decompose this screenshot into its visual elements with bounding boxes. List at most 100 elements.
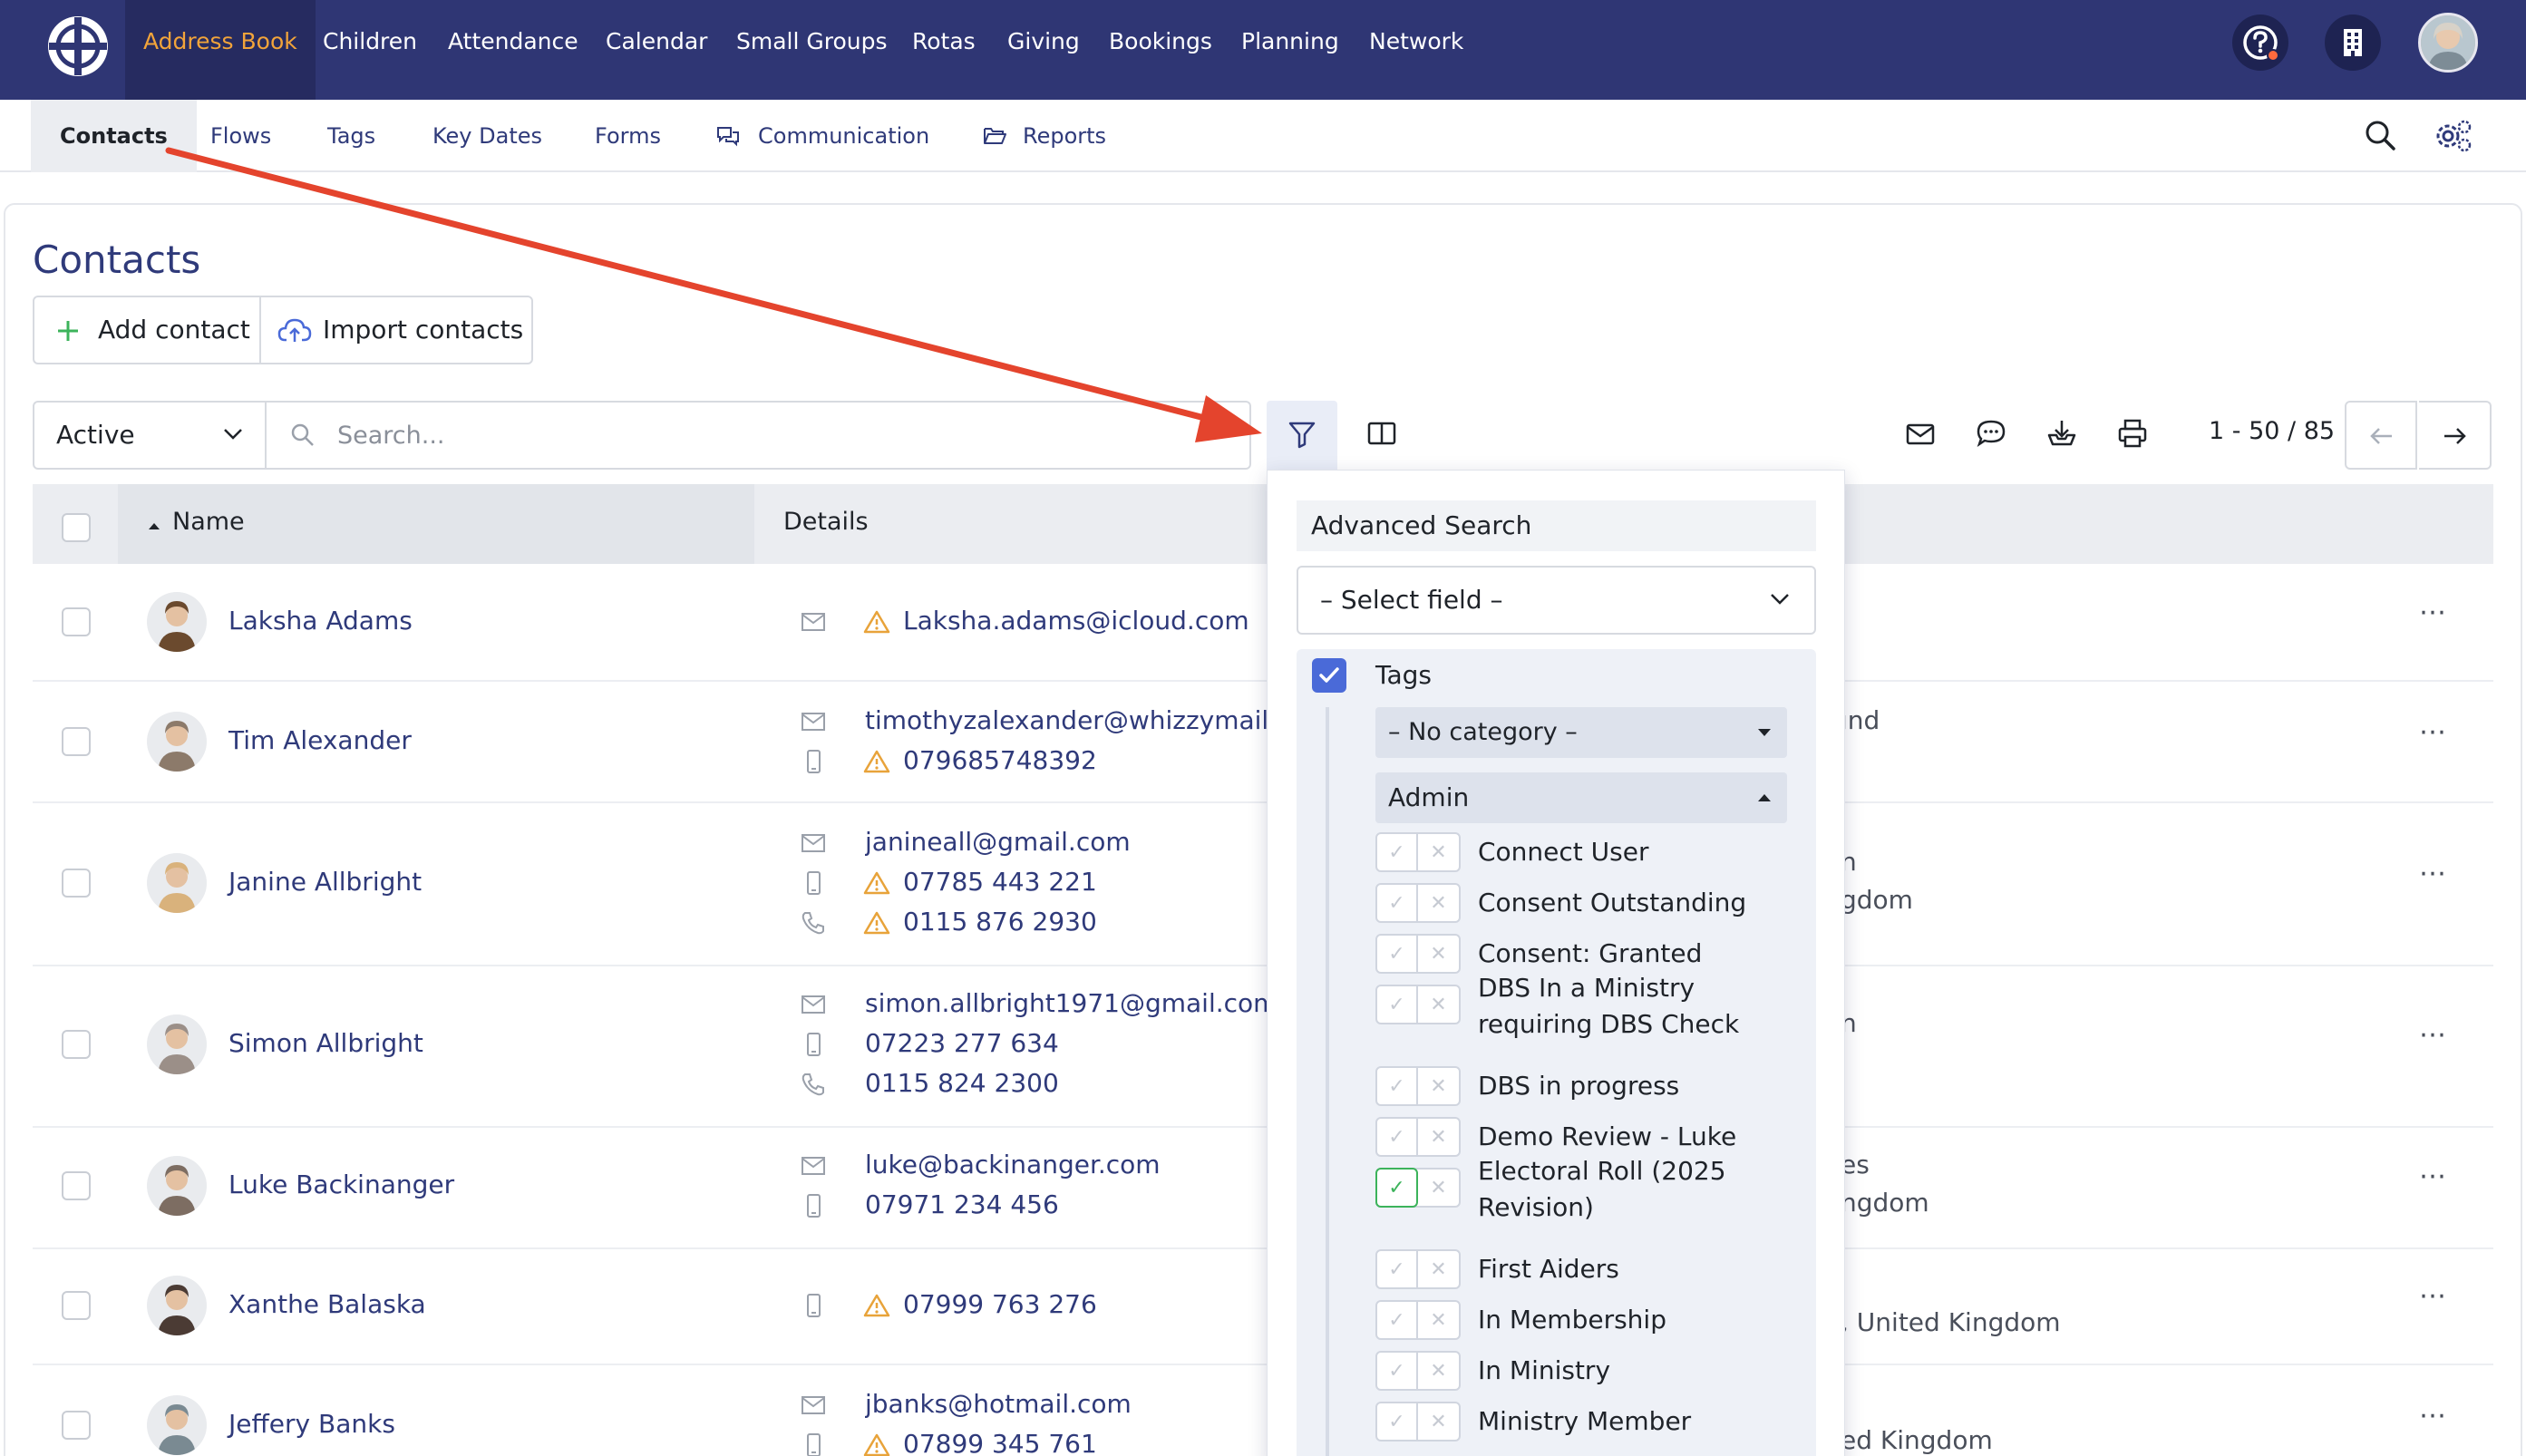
contact-avatar[interactable]: [147, 1276, 207, 1335]
topnav-item-bookings[interactable]: Bookings: [1109, 0, 1212, 100]
tag-include-exclude-toggle[interactable]: ✓ ✕: [1375, 883, 1461, 923]
topnav-item-children[interactable]: Children: [323, 0, 417, 100]
select-all-checkbox[interactable]: [62, 513, 91, 542]
row-select-checkbox[interactable]: [62, 1411, 91, 1440]
download-tray-icon[interactable]: [2045, 417, 2078, 450]
subnav-tab-forms[interactable]: Forms: [595, 100, 661, 172]
tag-include-exclude-toggle[interactable]: ✓ ✕: [1375, 1249, 1461, 1289]
contact-mobile-value[interactable]: 07223 277 634: [865, 1028, 1059, 1058]
contact-avatar[interactable]: [147, 853, 207, 913]
include-check-icon[interactable]: ✓: [1377, 1068, 1419, 1104]
contact-avatar[interactable]: [147, 712, 207, 772]
row-select-checkbox[interactable]: [62, 869, 91, 898]
include-check-icon[interactable]: ✓: [1377, 1403, 1419, 1440]
tag-include-exclude-toggle[interactable]: ✓ ✕: [1375, 1168, 1461, 1208]
row-more-options-button[interactable]: ⋯: [2419, 1400, 2447, 1432]
subnav-tab-tags[interactable]: Tags: [327, 100, 375, 172]
exclude-x-icon[interactable]: ✕: [1418, 936, 1459, 972]
include-check-icon[interactable]: ✓: [1377, 936, 1419, 972]
email-envelope-icon[interactable]: [1904, 417, 1937, 450]
subnav-tab-contacts[interactable]: Contacts: [31, 100, 197, 172]
columns-icon[interactable]: [1365, 417, 1398, 450]
tag-include-exclude-toggle[interactable]: ✓ ✕: [1375, 1300, 1461, 1340]
tag-group-admin[interactable]: Admin: [1375, 772, 1787, 823]
contact-mobile-value[interactable]: 079685748392: [903, 745, 1097, 775]
search-input[interactable]: [337, 417, 1208, 453]
contact-email-value[interactable]: timothyzalexander@whizzymail.cc: [865, 705, 1268, 735]
include-check-icon[interactable]: ✓: [1377, 1302, 1419, 1338]
row-more-options-button[interactable]: ⋯: [2419, 1280, 2447, 1312]
tag-include-exclude-toggle[interactable]: ✓ ✕: [1375, 1117, 1461, 1157]
exclude-x-icon[interactable]: ✕: [1418, 1170, 1459, 1206]
contact-phone-value[interactable]: 0115 824 2300: [865, 1068, 1059, 1098]
exclude-x-icon[interactable]: ✕: [1418, 1403, 1459, 1440]
subnav-tab-reports[interactable]: Reports: [1023, 100, 1106, 172]
row-select-checkbox[interactable]: [62, 1171, 91, 1200]
next-page-button[interactable]: [2419, 401, 2492, 470]
table-row[interactable]: [33, 1364, 2493, 1456]
app-logo-icon[interactable]: [45, 14, 111, 79]
search-box[interactable]: [267, 401, 1251, 470]
settings-gear-icon[interactable]: [2434, 116, 2473, 154]
message-bubble-icon[interactable]: [1975, 417, 2007, 450]
row-more-options-button[interactable]: ⋯: [2419, 1160, 2447, 1192]
include-check-icon[interactable]: ✓: [1375, 1168, 1419, 1208]
filter-button[interactable]: [1267, 401, 1337, 470]
subnav-tab-flows[interactable]: Flows: [210, 100, 271, 172]
topnav-item-giving[interactable]: Giving: [1007, 0, 1080, 100]
search-icon[interactable]: [2363, 118, 2397, 152]
contact-name-link[interactable]: Jeffery Banks: [228, 1409, 395, 1439]
row-select-checkbox[interactable]: [62, 727, 91, 756]
contact-email-value[interactable]: janineall@gmail.com: [865, 827, 1131, 857]
contact-email-value[interactable]: luke@backinanger.com: [865, 1150, 1161, 1179]
contact-mobile-value[interactable]: 07971 234 456: [865, 1189, 1059, 1219]
include-check-icon[interactable]: ✓: [1377, 986, 1419, 1023]
add-contact-button[interactable]: Add contact: [33, 296, 261, 364]
contact-avatar[interactable]: [147, 592, 207, 652]
topnav-item-planning[interactable]: Planning: [1241, 0, 1339, 100]
tag-include-exclude-toggle[interactable]: ✓ ✕: [1375, 1402, 1461, 1441]
exclude-x-icon[interactable]: ✕: [1418, 1119, 1459, 1155]
contact-email-value[interactable]: jbanks@hotmail.com: [865, 1389, 1132, 1419]
user-avatar[interactable]: [2418, 13, 2478, 73]
organisation-button[interactable]: [2325, 15, 2381, 71]
include-check-icon[interactable]: ✓: [1377, 1119, 1419, 1155]
topnav-item-rotas[interactable]: Rotas: [912, 0, 976, 100]
include-check-icon[interactable]: ✓: [1377, 1251, 1419, 1287]
tags-enabled-checkbox[interactable]: [1312, 658, 1346, 693]
contact-avatar[interactable]: [147, 1156, 207, 1216]
row-more-options-button[interactable]: ⋯: [2419, 597, 2447, 628]
topnav-item-attendance[interactable]: Attendance: [448, 0, 578, 100]
tag-include-exclude-toggle[interactable]: ✓ ✕: [1375, 934, 1461, 974]
exclude-x-icon[interactable]: ✕: [1418, 834, 1459, 870]
select-field-dropdown[interactable]: – Select field –: [1297, 566, 1816, 635]
status-filter-select[interactable]: Active: [33, 401, 267, 470]
include-check-icon[interactable]: ✓: [1377, 1353, 1419, 1389]
contact-phone-value[interactable]: 0115 876 2930: [903, 907, 1097, 937]
exclude-x-icon[interactable]: ✕: [1418, 986, 1459, 1023]
tag-include-exclude-toggle[interactable]: ✓ ✕: [1375, 1351, 1461, 1391]
subnav-tab-communication[interactable]: Communication: [758, 100, 929, 172]
contact-email-value[interactable]: simon.allbright1971@gmail.com: [865, 988, 1268, 1018]
exclude-x-icon[interactable]: ✕: [1418, 1302, 1459, 1338]
row-select-checkbox[interactable]: [62, 607, 91, 636]
contact-name-link[interactable]: Laksha Adams: [228, 606, 413, 636]
contact-avatar[interactable]: [147, 1395, 207, 1455]
previous-page-button[interactable]: [2345, 401, 2417, 470]
contact-name-link[interactable]: Simon Allbright: [228, 1028, 423, 1058]
contact-name-link[interactable]: Xanthe Balaska: [228, 1289, 426, 1319]
contact-avatar[interactable]: [147, 1014, 207, 1074]
topnav-item-small-groups[interactable]: Small Groups: [736, 0, 888, 100]
tag-include-exclude-toggle[interactable]: ✓ ✕: [1375, 1066, 1461, 1106]
tag-include-exclude-toggle[interactable]: ✓ ✕: [1375, 985, 1461, 1024]
exclude-x-icon[interactable]: ✕: [1418, 1353, 1459, 1389]
topnav-item-address-book[interactable]: Address Book: [125, 0, 316, 100]
include-check-icon[interactable]: ✓: [1377, 834, 1419, 870]
contact-mobile-value[interactable]: 07899 345 761: [903, 1429, 1097, 1456]
tag-category-select[interactable]: – No category –: [1375, 707, 1787, 758]
include-check-icon[interactable]: ✓: [1377, 885, 1419, 921]
import-contacts-button[interactable]: Import contacts: [259, 296, 533, 364]
topnav-item-network[interactable]: Network: [1369, 0, 1463, 100]
contact-mobile-value[interactable]: 07785 443 221: [903, 867, 1097, 897]
contact-mobile-value[interactable]: 07999 763 276: [903, 1289, 1097, 1319]
